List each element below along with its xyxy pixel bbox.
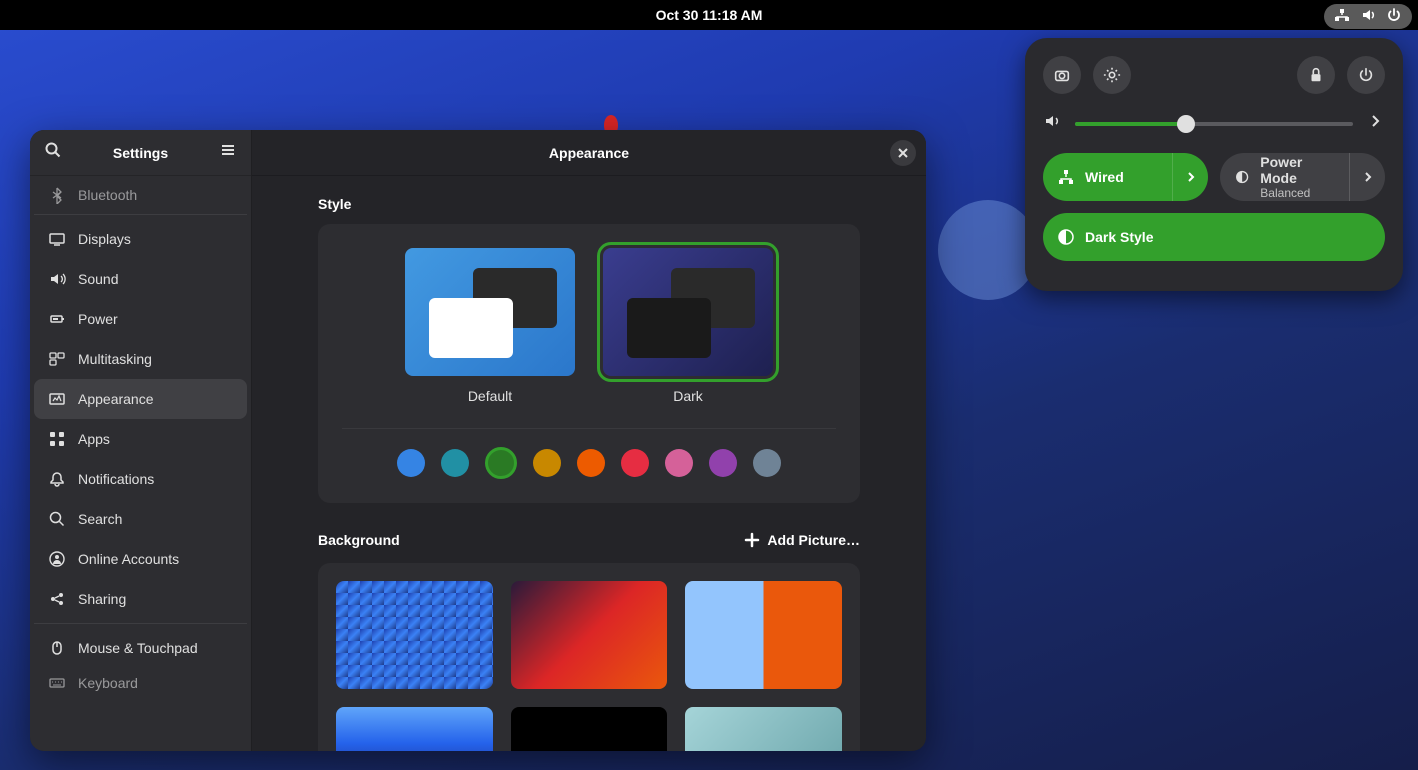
sidebar-item-appearance[interactable]: Appearance (34, 379, 247, 419)
sidebar-item-label: Search (78, 511, 122, 527)
sidebar-item-search[interactable]: Search (34, 499, 247, 539)
wired-arrow[interactable] (1172, 153, 1208, 201)
sidebar-item-multitasking[interactable]: Multitasking (34, 339, 247, 379)
sidebar-item-displays[interactable]: Displays (34, 219, 247, 259)
power-icon (1386, 7, 1402, 26)
sidebar-item-label: Power (78, 311, 118, 327)
accent-color-dot[interactable] (441, 449, 469, 477)
datetime[interactable]: Oct 30 11:18 AM (656, 7, 763, 23)
settings-sidebar: Settings Bluetooth Displays Sound Power (30, 130, 252, 751)
add-picture-label: Add Picture… (767, 532, 860, 548)
quick-settings-panel: Wired Power Mode Balanced Dark Style (1025, 38, 1403, 291)
style-heading: Style (318, 196, 860, 212)
sidebar-item-sharing[interactable]: Sharing (34, 579, 247, 619)
close-button[interactable] (890, 140, 916, 166)
chevron-right-icon[interactable] (1367, 112, 1385, 135)
volume-icon (1360, 7, 1376, 26)
sidebar-item-label: Appearance (78, 391, 154, 407)
settings-window: Settings Bluetooth Displays Sound Power (30, 130, 926, 751)
sidebar-item-label: Online Accounts (78, 551, 179, 567)
accent-color-dot[interactable] (533, 449, 561, 477)
dark-label: Dark (603, 388, 773, 404)
sidebar-item-label: Keyboard (78, 675, 138, 691)
volume-slider[interactable] (1075, 122, 1353, 126)
sidebar-item-label: Displays (78, 231, 131, 247)
power-mode-label: Power Mode (1260, 154, 1335, 186)
accent-color-dot[interactable] (709, 449, 737, 477)
sidebar-item-label: Sound (78, 271, 118, 287)
dark-style-label: Dark Style (1085, 229, 1153, 245)
power-mode-toggle[interactable]: Power Mode Balanced (1220, 153, 1385, 201)
style-card: Default Dark (318, 224, 860, 503)
power-mode-sub: Balanced (1260, 186, 1335, 200)
sidebar-item-label: Multitasking (78, 351, 152, 367)
screenshot-button[interactable] (1043, 56, 1081, 94)
power-button[interactable] (1347, 56, 1385, 94)
default-label: Default (405, 388, 575, 404)
style-default[interactable]: Default (405, 248, 575, 404)
menu-icon[interactable] (219, 141, 237, 164)
sidebar-item-power[interactable]: Power (34, 299, 247, 339)
system-tray[interactable] (1324, 4, 1412, 29)
content-title: Appearance (549, 145, 629, 161)
style-dark[interactable]: Dark (603, 248, 773, 404)
background-thumb[interactable] (336, 581, 493, 689)
accent-color-row (342, 428, 836, 479)
sidebar-item-online-accounts[interactable]: Online Accounts (34, 539, 247, 579)
background-thumb[interactable] (511, 581, 668, 689)
sidebar-item-label: Apps (78, 431, 110, 447)
sidebar-item-sound[interactable]: Sound (34, 259, 247, 299)
add-picture-button[interactable]: Add Picture… (743, 531, 860, 549)
volume-row (1043, 112, 1385, 135)
settings-content: Appearance Style Default (252, 130, 926, 751)
top-bar: Oct 30 11:18 AM (0, 0, 1418, 30)
wired-label: Wired (1085, 169, 1124, 185)
settings-button[interactable] (1093, 56, 1131, 94)
background-thumb[interactable] (336, 707, 493, 751)
sidebar-item-apps[interactable]: Apps (34, 419, 247, 459)
accent-color-dot[interactable] (485, 447, 517, 479)
volume-thumb[interactable] (1177, 115, 1195, 133)
accent-color-dot[interactable] (665, 449, 693, 477)
sidebar-item-label: Bluetooth (78, 187, 137, 203)
accent-color-dot[interactable] (577, 449, 605, 477)
volume-icon (1043, 112, 1061, 135)
sidebar-list[interactable]: Bluetooth Displays Sound Power Multitask… (30, 176, 251, 751)
search-icon[interactable] (44, 141, 62, 164)
sidebar-item-mouse[interactable]: Mouse & Touchpad (34, 628, 247, 668)
background-thumb[interactable] (511, 707, 668, 751)
sidebar-item-keyboard[interactable]: Keyboard (34, 668, 247, 698)
sidebar-item-label: Mouse & Touchpad (78, 640, 198, 656)
accent-color-dot[interactable] (621, 449, 649, 477)
content-header: Appearance (252, 130, 926, 176)
sidebar-item-bluetooth[interactable]: Bluetooth (34, 180, 247, 210)
background-heading: Background (318, 532, 400, 548)
dark-style-toggle[interactable]: Dark Style (1043, 213, 1385, 261)
sidebar-header: Settings (30, 130, 251, 176)
accent-color-dot[interactable] (397, 449, 425, 477)
accent-color-dot[interactable] (753, 449, 781, 477)
background-thumb[interactable] (685, 707, 842, 751)
sidebar-title: Settings (74, 145, 207, 161)
sidebar-item-label: Notifications (78, 471, 154, 487)
wired-toggle[interactable]: Wired (1043, 153, 1208, 201)
network-icon (1334, 7, 1350, 26)
background-grid (318, 563, 860, 751)
lock-button[interactable] (1297, 56, 1335, 94)
sidebar-item-label: Sharing (78, 591, 126, 607)
sidebar-item-notifications[interactable]: Notifications (34, 459, 247, 499)
background-thumb[interactable] (685, 581, 842, 689)
power-mode-arrow[interactable] (1349, 153, 1385, 201)
content-body[interactable]: Style Default D (252, 176, 926, 751)
